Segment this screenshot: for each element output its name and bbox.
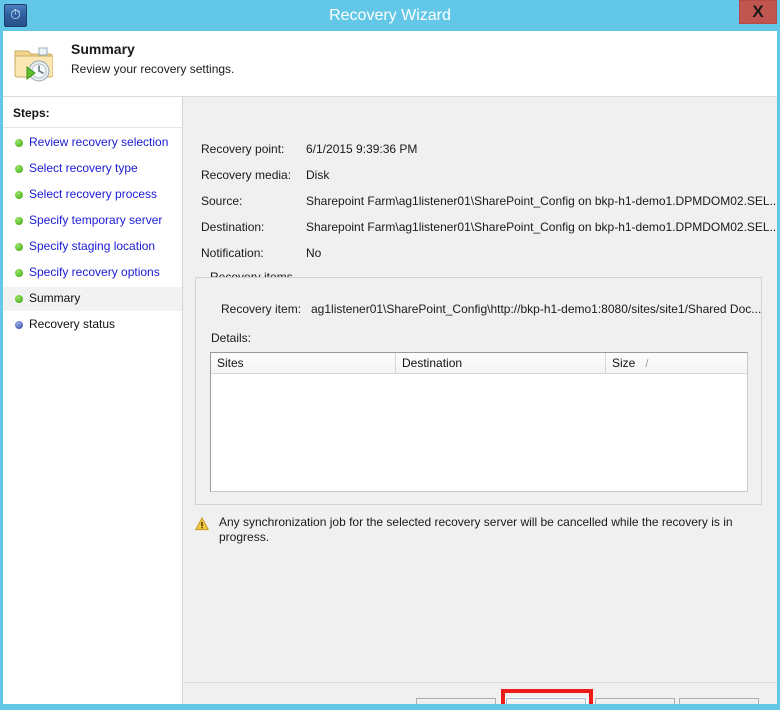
- destination-label: Destination:: [201, 220, 265, 234]
- title-bar: ⏱ Recovery Wizard X: [0, 0, 780, 31]
- step-bullet-icon: [15, 243, 23, 251]
- details-table[interactable]: Sites Destination Size /: [210, 352, 748, 492]
- sidebar-item-label: Review recovery selection: [29, 135, 169, 149]
- column-header-destination[interactable]: Destination: [396, 353, 606, 373]
- sort-indicator-icon: /: [645, 358, 649, 370]
- button-bar-divider: [184, 682, 777, 683]
- folder-recovery-icon: [13, 45, 54, 83]
- dialog-client-area: Summary Review your recovery settings. S…: [3, 31, 777, 704]
- sidebar-item-select-recovery-type[interactable]: Select recovery type: [3, 157, 182, 181]
- details-label: Details:: [211, 331, 252, 345]
- recovery-item-value: ag1listener01\SharePoint_Config\http://b…: [311, 302, 762, 316]
- sidebar-item-select-recovery-process[interactable]: Select recovery process: [3, 183, 182, 207]
- recovery-point-value: 6/1/2015 9:39:36 PM: [306, 142, 418, 156]
- sidebar-item-label: Select recovery type: [29, 161, 138, 175]
- recovery-item-label: Recovery item:: [221, 302, 302, 316]
- page-subtitle: Review your recovery settings.: [71, 62, 235, 76]
- sidebar-item-label: Specify staging location: [29, 239, 156, 253]
- sidebar-item-specify-staging-location[interactable]: Specify staging location: [3, 235, 182, 259]
- sidebar-item-summary[interactable]: Summary: [3, 287, 182, 311]
- sidebar-item-label: Specify recovery options: [29, 265, 160, 279]
- recovery-items-groupbox: Recovery item: ag1listener01\SharePoint_…: [195, 277, 762, 505]
- window-title: Recovery Wizard: [329, 7, 451, 24]
- table-header-row: Sites Destination Size /: [211, 353, 747, 374]
- cancel-button[interactable]: Cancel: [595, 698, 675, 704]
- source-value: Sharepoint Farm\ag1listener01\SharePoint…: [306, 194, 777, 208]
- sidebar-item-label: Recovery status: [29, 317, 116, 331]
- source-label: Source:: [201, 194, 243, 208]
- step-bullet-icon: [15, 295, 23, 303]
- step-bullet-icon: [15, 321, 23, 329]
- help-button[interactable]: Help: [679, 698, 759, 704]
- warning-text: Any synchronization job for the selected…: [219, 515, 733, 544]
- recover-button[interactable]: Recover: [505, 697, 587, 704]
- sidebar-item-specify-temporary-server[interactable]: Specify temporary server: [3, 209, 182, 233]
- step-bullet-icon: [15, 139, 23, 147]
- column-header-size[interactable]: Size /: [606, 353, 747, 373]
- wizard-header: Summary Review your recovery settings.: [3, 31, 777, 97]
- sidebar-item-specify-recovery-options[interactable]: Specify recovery options: [3, 261, 182, 285]
- sidebar-item-review-recovery-selection[interactable]: Review recovery selection: [3, 131, 182, 155]
- step-bullet-icon: [15, 269, 23, 277]
- column-header-sites[interactable]: Sites: [211, 353, 396, 373]
- recovery-point-label: Recovery point:: [201, 142, 285, 156]
- notification-value: No: [306, 246, 322, 260]
- page-title: Summary: [71, 41, 135, 57]
- close-icon[interactable]: X: [739, 0, 777, 24]
- step-bullet-icon: [15, 217, 23, 225]
- steps-heading: Steps:: [13, 106, 50, 120]
- sidebar-item-recovery-status[interactable]: Recovery status: [3, 313, 182, 337]
- summary-panel: Recovery point: 6/1/2015 9:39:36 PM Reco…: [184, 97, 777, 704]
- sidebar-item-label: Summary: [29, 291, 81, 305]
- back-button[interactable]: < Back: [416, 698, 496, 704]
- warning-triangle-icon: [194, 516, 210, 531]
- table-body: [211, 374, 747, 491]
- notification-label: Notification:: [201, 246, 264, 260]
- steps-divider: [3, 127, 182, 128]
- destination-value: Sharepoint Farm\ag1listener01\SharePoint…: [306, 220, 777, 234]
- steps-sidebar: Steps: Review recovery selection Select …: [3, 97, 183, 704]
- sidebar-item-label: Select recovery process: [29, 187, 158, 201]
- recovery-media-value: Disk: [306, 168, 330, 182]
- recovery-wizard-window: ⏱ Recovery Wizard X Summary Review your …: [0, 0, 780, 710]
- sidebar-item-label: Specify temporary server: [29, 213, 163, 227]
- column-header-size-label: Size: [612, 356, 636, 370]
- recovery-media-label: Recovery media:: [201, 168, 292, 182]
- step-bullet-icon: [15, 191, 23, 199]
- step-bullet-icon: [15, 165, 23, 173]
